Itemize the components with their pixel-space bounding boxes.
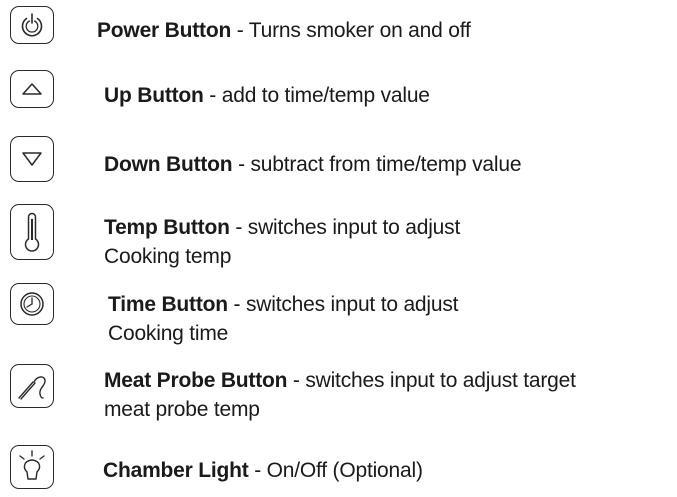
power-button-frame[interactable] — [10, 6, 54, 44]
power-button-text: - Turns smoker on and off — [231, 19, 471, 42]
power-button-name: Power Button — [97, 19, 232, 42]
up-button-name: Up Button — [104, 84, 204, 107]
light-bulb-icon — [19, 450, 45, 480]
meat-probe-icon — [18, 376, 46, 400]
time-description: Time Button - switches input to adjust — [108, 291, 458, 318]
chamber-light-button-frame[interactable] — [10, 445, 54, 489]
meat-probe-description: Meat Probe Button - switches input to ad… — [104, 367, 576, 394]
temp-description: Temp Button - switches input to adjust — [104, 214, 460, 241]
up-button-text: - add to time/temp value — [203, 84, 430, 107]
down-description: Down Button - subtract from time/temp va… — [104, 151, 522, 178]
meat-probe-button-frame[interactable] — [10, 364, 54, 408]
time-button-text: - switches input to adjust — [227, 293, 459, 316]
chamber-light-button-name: Chamber Light — [103, 459, 249, 482]
down-button-name: Down Button — [104, 153, 233, 176]
up-description: Up Button - add to time/temp value — [104, 82, 430, 109]
temp-button-frame[interactable] — [10, 204, 54, 260]
down-arrow-icon — [22, 152, 42, 166]
clock-icon — [20, 292, 44, 316]
power-icon — [21, 13, 43, 37]
time-description-line2: Cooking time — [108, 322, 229, 345]
meat-probe-button-text: - switches input to adjust target — [287, 369, 576, 392]
up-button-frame[interactable] — [10, 70, 54, 108]
thermometer-icon — [24, 212, 40, 252]
power-description: Power Button - Turns smoker on and off — [97, 17, 471, 44]
temp-description-line2: Cooking temp — [104, 245, 232, 268]
up-arrow-icon — [22, 83, 42, 95]
down-button-frame[interactable] — [10, 136, 54, 182]
time-button-name: Time Button — [108, 293, 228, 316]
meat-probe-button-name: Meat Probe Button — [104, 369, 288, 392]
time-button-frame[interactable] — [10, 283, 54, 325]
temp-button-text: - switches input to adjust — [229, 216, 461, 239]
chamber-light-button-text: - On/Off (Optional) — [248, 459, 423, 482]
meat-probe-description-line2: meat probe temp — [104, 398, 260, 421]
temp-button-name: Temp Button — [104, 216, 230, 239]
down-button-text: - subtract from time/temp value — [232, 153, 522, 176]
chamber-light-description: Chamber Light - On/Off (Optional) — [103, 457, 423, 484]
